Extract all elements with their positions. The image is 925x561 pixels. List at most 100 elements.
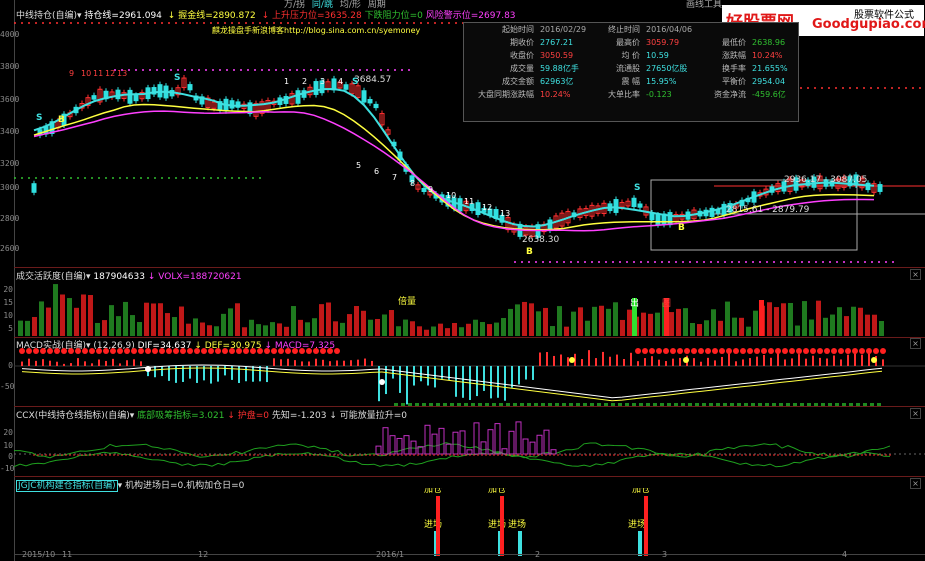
macd-dot (194, 348, 200, 354)
volume-bar (403, 319, 408, 336)
macd-dot (96, 348, 102, 354)
stat-label: 成交量 (509, 64, 534, 73)
volume-bar (669, 312, 674, 336)
volume-bar (487, 324, 492, 336)
ytick: 15 (3, 298, 13, 307)
volume-bar (676, 308, 681, 336)
ccx-bar (445, 443, 452, 455)
macd-dot (712, 348, 718, 354)
draw-tool-button[interactable]: 画线工具 (686, 0, 722, 10)
macd-dot (754, 348, 760, 354)
volume-bar (130, 315, 135, 336)
macd-dot (803, 348, 809, 354)
volume-bar (865, 314, 870, 336)
macd-dot (320, 348, 326, 354)
panel-divider (14, 267, 925, 268)
macd-dot (285, 348, 291, 354)
macd-dot (866, 348, 872, 354)
price-label: 3684.57 (354, 75, 391, 85)
macd-chart[interactable] (14, 348, 925, 406)
cross-dot (683, 357, 689, 363)
candle-body (295, 90, 301, 104)
volume-bar (872, 314, 877, 336)
volume-bar (347, 314, 352, 336)
add-bar (644, 496, 648, 556)
volume-bar (620, 319, 625, 336)
stat-value: 2954.04 (752, 77, 786, 86)
ccx-chart[interactable] (14, 418, 925, 476)
candle-body (367, 99, 373, 104)
price-label: 2936.17 - 3087.05 (784, 175, 867, 185)
volume-bar (95, 322, 100, 336)
volume-bar (522, 301, 527, 336)
volume-bar (361, 310, 366, 336)
candle-body (373, 103, 379, 109)
candle-body (421, 187, 427, 193)
volume-bar (74, 307, 79, 336)
macd-dot (82, 348, 88, 354)
volume-bar (25, 320, 30, 336)
macd-dot (271, 348, 277, 354)
stat-row: 成交金额 62963亿 震 幅 15.95% 平衡价 2954.04 (464, 75, 798, 88)
stat-row: 大盘同期涨跌幅 10.24% 大单比率 -0.123 资金净流 -459.6亿 (464, 88, 798, 101)
macd-dot (726, 348, 732, 354)
volume-bar (858, 307, 863, 336)
volume-bar (788, 302, 793, 336)
add-label: 加仓 (632, 488, 650, 495)
volume-bar (508, 308, 513, 336)
macd-dot (54, 348, 60, 354)
volume-bar (746, 326, 751, 336)
candle-body (187, 84, 193, 91)
signal-letter: B (58, 115, 65, 125)
macd-dot (131, 348, 137, 354)
count-label: 3 (320, 77, 325, 86)
volume-bar (655, 312, 660, 336)
macd-dot (47, 348, 53, 354)
volume-bar (438, 323, 443, 336)
stat-label: 终止时间 (607, 25, 640, 34)
volume-bar (417, 326, 422, 336)
count-label: 13 (117, 69, 127, 78)
def-line (21, 367, 883, 402)
volume-bar (606, 308, 611, 336)
ccx-bar (515, 421, 522, 455)
candle-body (613, 199, 619, 213)
macd-dot (117, 348, 123, 354)
count-label: 10 (81, 69, 91, 78)
macd-dot (642, 348, 648, 354)
stat-label: 平衡价 (722, 77, 747, 86)
volume-bar (319, 304, 324, 336)
volume-bar (305, 322, 310, 336)
x-tick: 11 (62, 550, 73, 559)
stat-value: 21.655% (752, 64, 788, 73)
ytick: 0 (8, 452, 13, 461)
signal-letter: S (36, 113, 42, 123)
volume-bar (452, 322, 457, 336)
count-label: 1 (284, 77, 289, 86)
macd-dot (677, 348, 683, 354)
stat-row: 期收价 2767.21 最高价 3059.79 最低价 2638.96 (464, 36, 798, 49)
volume-bar (725, 301, 730, 336)
ytick: 3000 (0, 183, 20, 192)
volume-bar (501, 317, 506, 336)
enter-bar (518, 531, 522, 556)
stat-value: 3050.59 (539, 51, 574, 60)
volume-bar (781, 303, 786, 336)
jgjc-chart[interactable]: 进场加仓进场加仓进场 进场加仓 (14, 488, 925, 556)
candle-body (877, 184, 883, 192)
macd-dot (292, 348, 298, 354)
volume-bar (466, 323, 471, 336)
volume-bar (557, 306, 562, 336)
ytick: 2600 (0, 244, 20, 253)
volume-bar (137, 322, 142, 336)
ytick: 3600 (0, 95, 20, 104)
volume-bar (697, 324, 702, 336)
macd-dot (747, 348, 753, 354)
close-panel-icon[interactable]: × (910, 269, 921, 280)
signal-letter: S (352, 77, 358, 87)
ccx-bar (403, 435, 410, 455)
volume-bar (809, 319, 814, 336)
volume-chart[interactable] (14, 280, 925, 338)
volume-bar (249, 319, 254, 336)
macd-dot (649, 348, 655, 354)
